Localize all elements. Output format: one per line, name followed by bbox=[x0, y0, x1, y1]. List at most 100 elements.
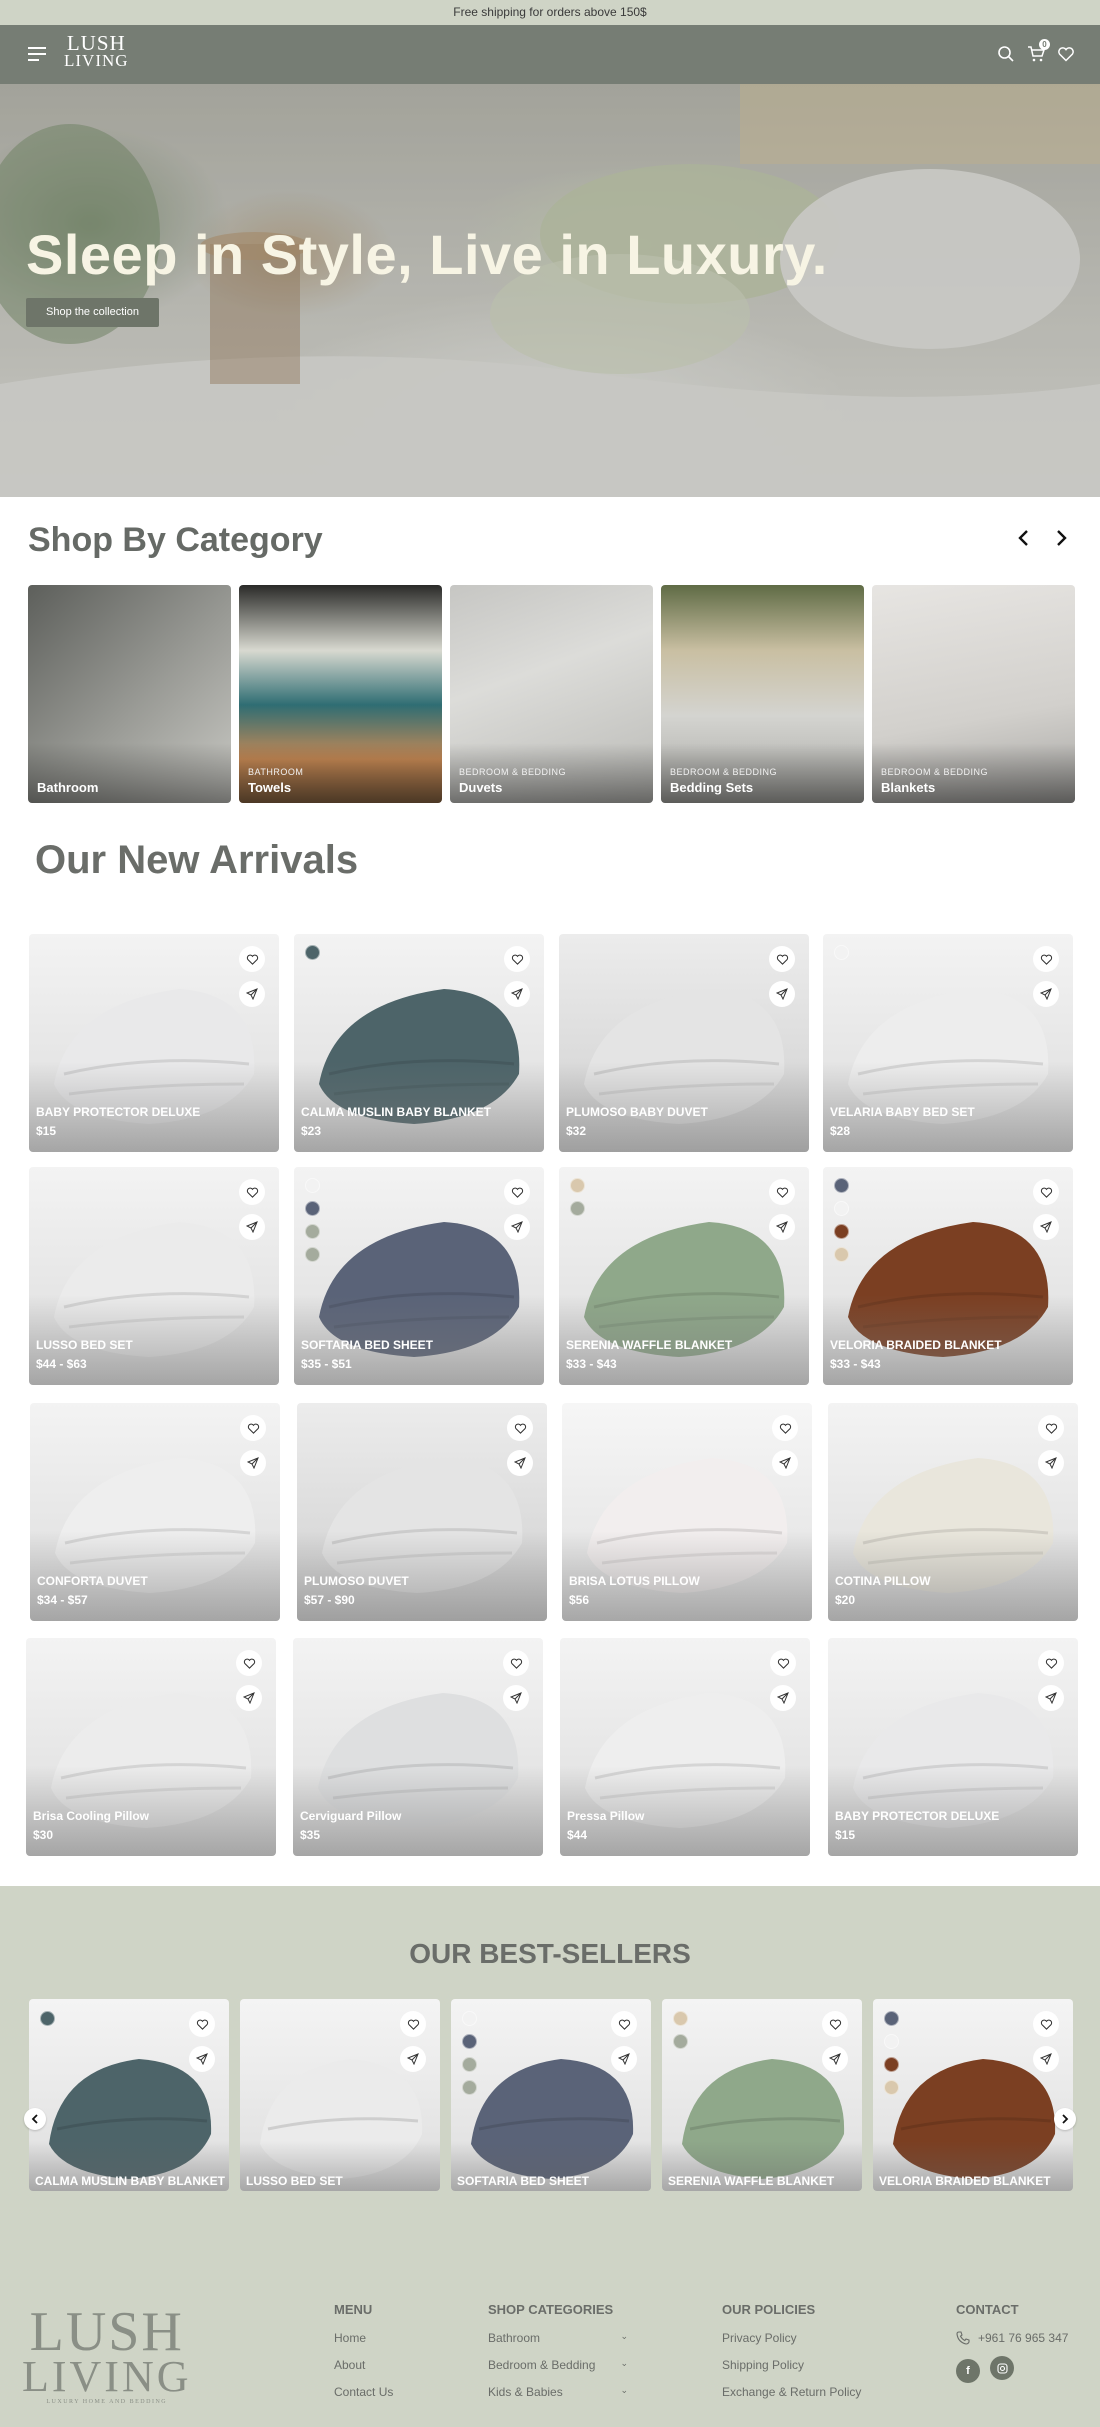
color-swatch[interactable] bbox=[884, 2080, 899, 2095]
product-card[interactable]: CALMA MUSLIN BABY BLANKET $23 bbox=[294, 934, 544, 1152]
wishlist-heart-icon[interactable] bbox=[1033, 2011, 1059, 2037]
product-card[interactable]: VELARIA BABY BED SET $28 bbox=[823, 934, 1073, 1152]
bestsellers-next-button[interactable] bbox=[1054, 2108, 1076, 2130]
category-card-bathroom[interactable]: Bathroom bbox=[28, 585, 231, 803]
product-card[interactable]: BRISA LOTUS PILLOW $56 bbox=[562, 1403, 812, 1621]
share-send-icon[interactable] bbox=[1033, 2046, 1059, 2072]
wishlist-heart-icon[interactable] bbox=[240, 1415, 266, 1441]
share-send-icon[interactable] bbox=[503, 1685, 529, 1711]
color-swatch[interactable] bbox=[834, 1201, 849, 1216]
wishlist-heart-icon[interactable] bbox=[611, 2011, 637, 2037]
category-prev-button[interactable] bbox=[1013, 527, 1035, 549]
category-card-bedding-sets[interactable]: BEDROOM & BEDDING Bedding Sets bbox=[661, 585, 864, 803]
color-swatch[interactable] bbox=[462, 2034, 477, 2049]
wishlist-heart-icon[interactable] bbox=[239, 1179, 265, 1205]
color-swatch[interactable] bbox=[884, 2057, 899, 2072]
wishlist-heart-icon[interactable] bbox=[239, 946, 265, 972]
heart-icon[interactable] bbox=[1057, 45, 1075, 63]
footer-logo[interactable]: LUSH LIVING LUXURY HOME AND BEDDING bbox=[22, 2304, 192, 2405]
product-card[interactable]: COTINA PILLOW $20 bbox=[828, 1403, 1078, 1621]
bestsellers-prev-button[interactable] bbox=[24, 2108, 46, 2130]
share-send-icon[interactable] bbox=[770, 1685, 796, 1711]
footer-link-exchange[interactable]: Exchange & Return Policy bbox=[722, 2385, 882, 2412]
share-send-icon[interactable] bbox=[772, 1450, 798, 1476]
share-send-icon[interactable] bbox=[189, 2046, 215, 2072]
category-card-towels[interactable]: BATHROOM Towels bbox=[239, 585, 442, 803]
share-send-icon[interactable] bbox=[1033, 1214, 1059, 1240]
color-swatch[interactable] bbox=[570, 1178, 585, 1193]
color-swatch[interactable] bbox=[462, 2080, 477, 2095]
color-swatch[interactable] bbox=[570, 1201, 585, 1216]
product-card[interactable]: SOFTARIA BED SHEET $35 - $51 bbox=[294, 1167, 544, 1385]
category-card-blankets[interactable]: BEDROOM & BEDDING Blankets bbox=[872, 585, 1075, 803]
share-send-icon[interactable] bbox=[504, 1214, 530, 1240]
wishlist-heart-icon[interactable] bbox=[1033, 1179, 1059, 1205]
footer-link-bedroom[interactable]: Bedroom & Bedding ⌄ bbox=[488, 2358, 628, 2385]
share-send-icon[interactable] bbox=[507, 1450, 533, 1476]
share-send-icon[interactable] bbox=[1038, 1450, 1064, 1476]
color-swatch[interactable] bbox=[40, 2011, 55, 2026]
color-swatch[interactable] bbox=[834, 1178, 849, 1193]
bestseller-card[interactable]: LUSSO BED SET bbox=[240, 1999, 440, 2191]
product-card[interactable]: CONFORTA DUVET $34 - $57 bbox=[30, 1403, 280, 1621]
shop-collection-button[interactable]: Shop the collection bbox=[26, 298, 159, 327]
facebook-icon[interactable]: f bbox=[956, 2358, 980, 2383]
wishlist-heart-icon[interactable] bbox=[189, 2011, 215, 2037]
wishlist-heart-icon[interactable] bbox=[236, 1650, 262, 1676]
share-send-icon[interactable] bbox=[239, 1214, 265, 1240]
product-card[interactable]: Pressa Pillow $44 bbox=[560, 1638, 810, 1856]
product-card[interactable]: VELORIA BRAIDED BLANKET $33 - $43 bbox=[823, 1167, 1073, 1385]
product-card[interactable]: LUSSO BED SET $44 - $63 bbox=[29, 1167, 279, 1385]
share-send-icon[interactable] bbox=[1033, 981, 1059, 1007]
wishlist-heart-icon[interactable] bbox=[822, 2011, 848, 2037]
search-icon[interactable] bbox=[997, 45, 1015, 63]
wishlist-heart-icon[interactable] bbox=[772, 1415, 798, 1441]
footer-link-contact[interactable]: Contact Us bbox=[334, 2385, 444, 2412]
bestseller-card[interactable]: CALMA MUSLIN BABY BLANKET bbox=[29, 1999, 229, 2191]
footer-phone[interactable]: +961 76 965 347 bbox=[956, 2331, 1086, 2358]
color-swatch[interactable] bbox=[305, 1247, 320, 1262]
product-card[interactable]: BABY PROTECTOR DELUXE $15 bbox=[29, 934, 279, 1152]
footer-link-privacy[interactable]: Privacy Policy bbox=[722, 2331, 882, 2358]
product-card[interactable]: Cerviguard Pillow $35 bbox=[293, 1638, 543, 1856]
instagram-icon[interactable] bbox=[990, 2356, 1014, 2380]
color-swatch[interactable] bbox=[462, 2011, 477, 2026]
wishlist-heart-icon[interactable] bbox=[504, 1179, 530, 1205]
share-send-icon[interactable] bbox=[400, 2046, 426, 2072]
color-swatch[interactable] bbox=[305, 1201, 320, 1216]
share-send-icon[interactable] bbox=[769, 1214, 795, 1240]
wishlist-heart-icon[interactable] bbox=[769, 946, 795, 972]
footer-link-about[interactable]: About bbox=[334, 2358, 444, 2385]
share-send-icon[interactable] bbox=[236, 1685, 262, 1711]
category-card-duvets[interactable]: BEDROOM & BEDDING Duvets bbox=[450, 585, 653, 803]
product-card[interactable]: BABY PROTECTOR DELUXE $15 bbox=[828, 1638, 1078, 1856]
wishlist-heart-icon[interactable] bbox=[507, 1415, 533, 1441]
color-swatch[interactable] bbox=[673, 2034, 688, 2049]
share-send-icon[interactable] bbox=[239, 981, 265, 1007]
cart-icon[interactable]: 0 bbox=[1027, 39, 1050, 63]
bestseller-card[interactable]: VELORIA BRAIDED BLANKET bbox=[873, 1999, 1073, 2191]
color-swatch[interactable] bbox=[673, 2011, 688, 2026]
category-next-button[interactable] bbox=[1050, 527, 1072, 549]
share-send-icon[interactable] bbox=[611, 2046, 637, 2072]
color-swatch[interactable] bbox=[834, 945, 849, 960]
color-swatch[interactable] bbox=[305, 1224, 320, 1239]
product-card[interactable]: PLUMOSO DUVET $57 - $90 bbox=[297, 1403, 547, 1621]
share-send-icon[interactable] bbox=[1038, 1685, 1064, 1711]
color-swatch[interactable] bbox=[834, 1247, 849, 1262]
color-swatch[interactable] bbox=[834, 1224, 849, 1239]
color-swatch[interactable] bbox=[462, 2057, 477, 2072]
bestseller-card[interactable]: SOFTARIA BED SHEET bbox=[451, 1999, 651, 2191]
footer-link-bathroom[interactable]: Bathroom ⌄ bbox=[488, 2331, 628, 2358]
wishlist-heart-icon[interactable] bbox=[400, 2011, 426, 2037]
wishlist-heart-icon[interactable] bbox=[503, 1650, 529, 1676]
share-send-icon[interactable] bbox=[240, 1450, 266, 1476]
wishlist-heart-icon[interactable] bbox=[770, 1650, 796, 1676]
color-swatch[interactable] bbox=[305, 1178, 320, 1193]
product-card[interactable]: Brisa Cooling Pillow $30 bbox=[26, 1638, 276, 1856]
wishlist-heart-icon[interactable] bbox=[1038, 1415, 1064, 1441]
color-swatch[interactable] bbox=[305, 945, 320, 960]
share-send-icon[interactable] bbox=[822, 2046, 848, 2072]
menu-icon[interactable] bbox=[28, 47, 46, 61]
footer-link-shipping[interactable]: Shipping Policy bbox=[722, 2358, 882, 2385]
